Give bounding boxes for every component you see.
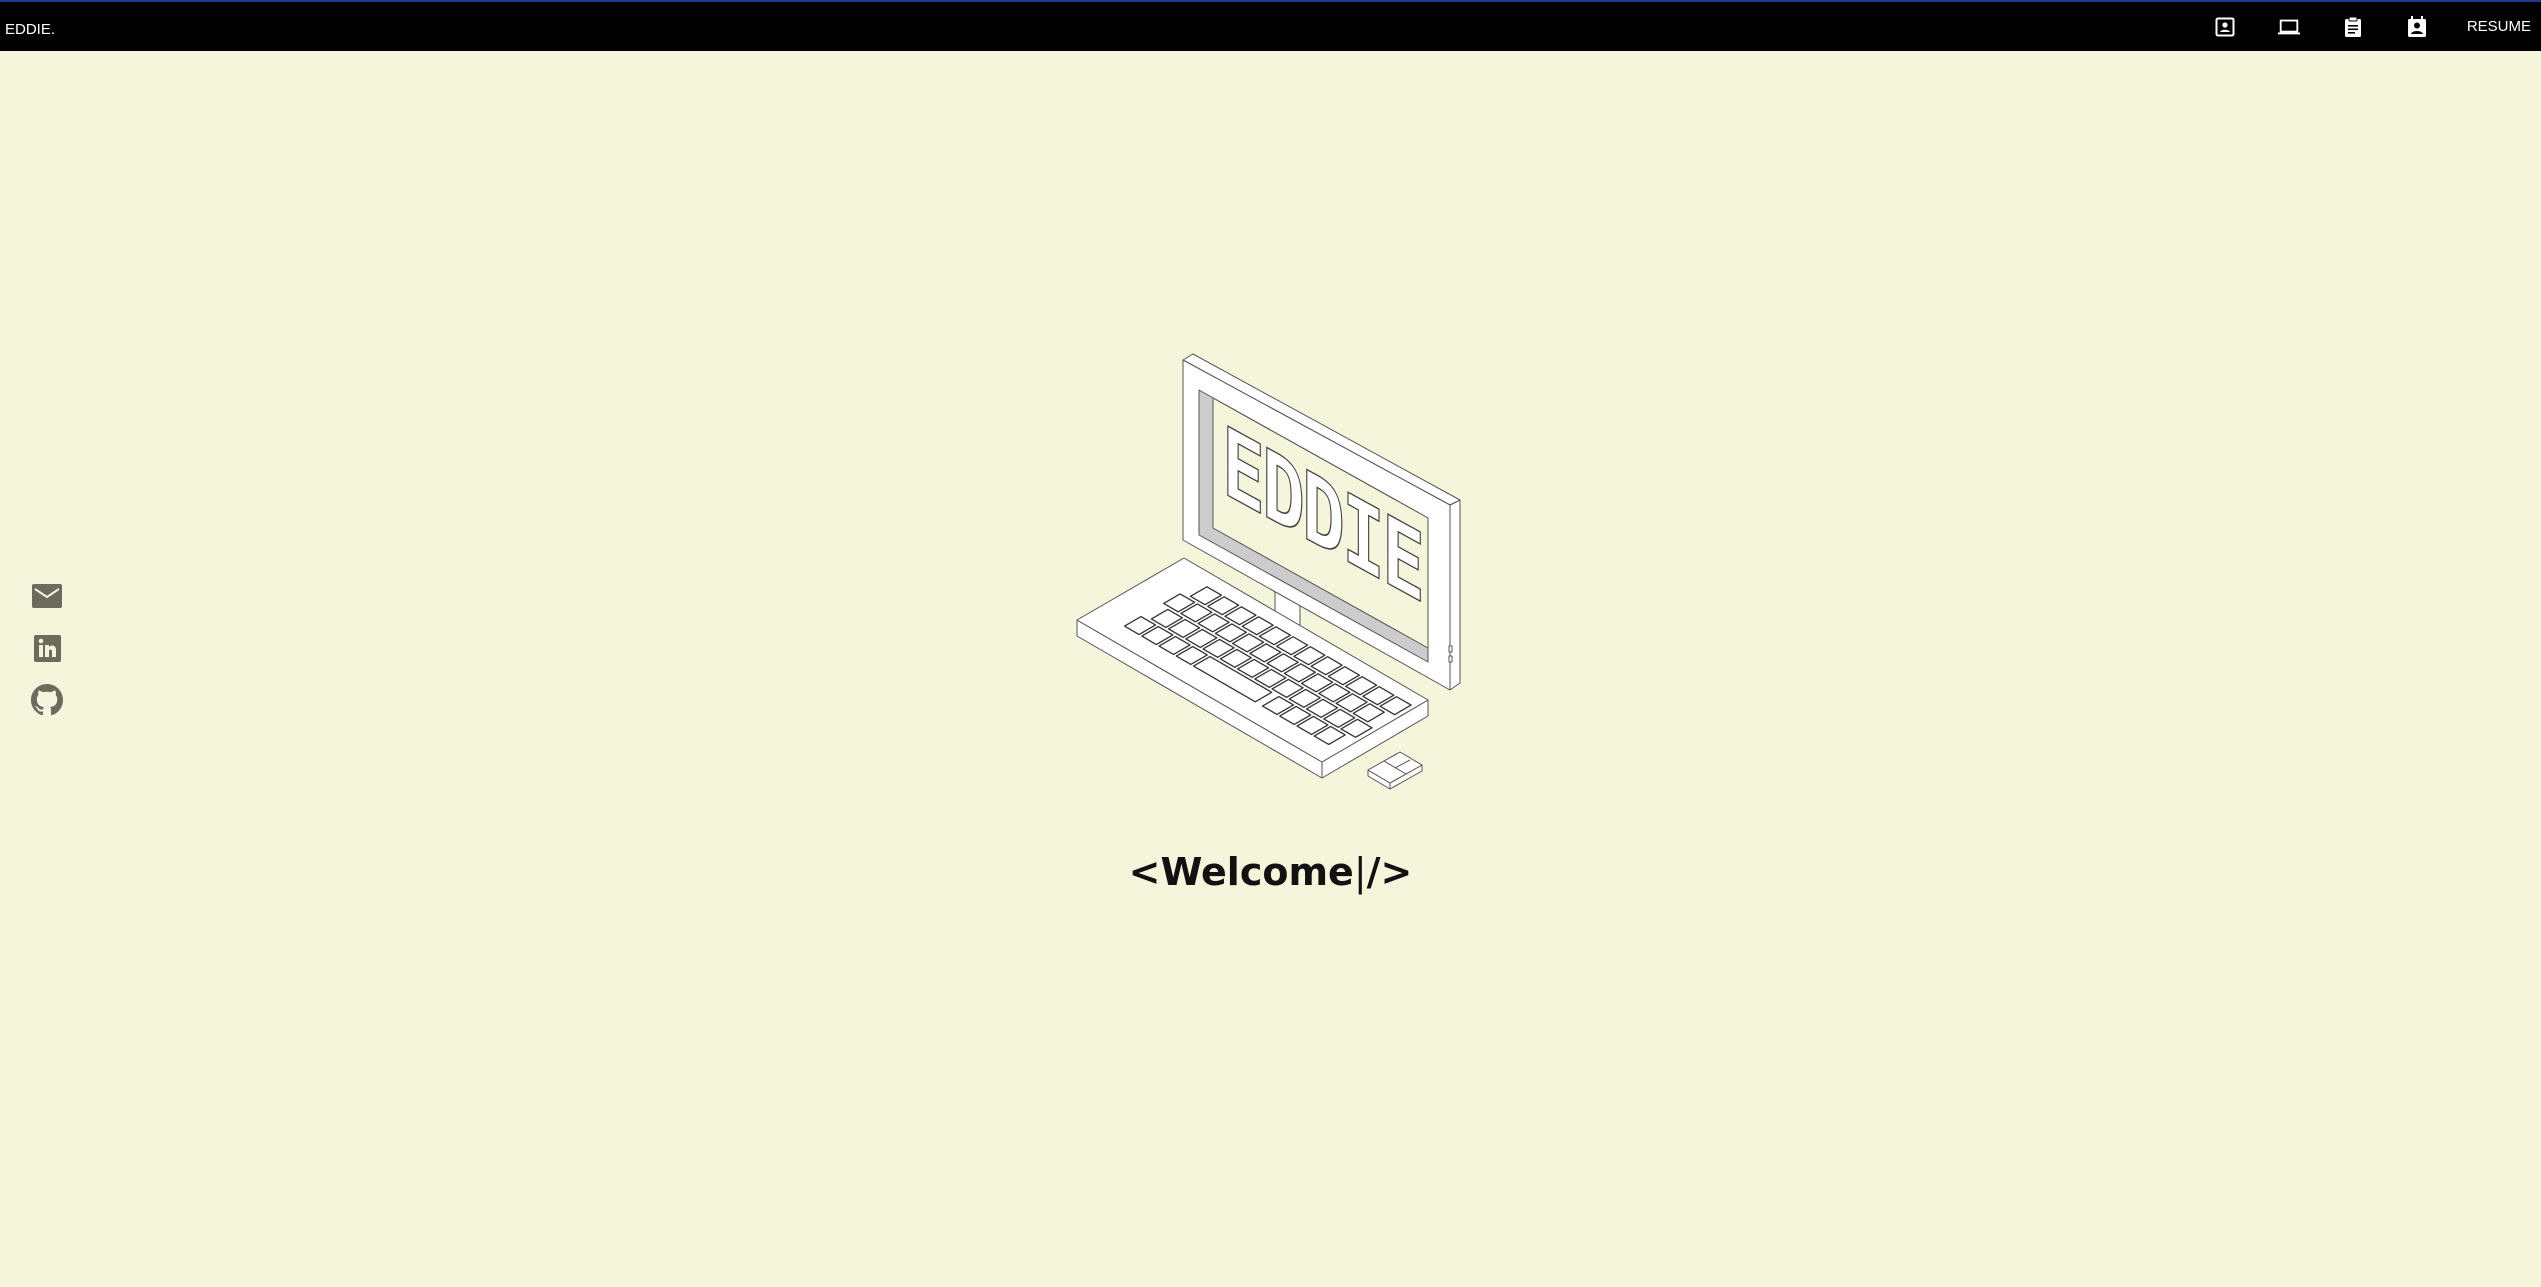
welcome-close: /> [1366,850,1413,894]
contact-icon[interactable] [2213,15,2237,39]
brand-link[interactable]: EDDIE. [5,21,55,38]
top-navbar: EDDIE. RESUME [0,0,2541,51]
github-link[interactable] [30,684,64,716]
welcome-text: <Welcome [1128,850,1354,894]
computer-illustration: EDDIE [1076,353,1461,790]
welcome-heading: <Welcome|/> [0,850,2541,894]
clipboard-icon[interactable] [2341,15,2365,39]
github-icon [31,684,63,716]
mail-icon [32,584,62,608]
nav-menu: RESUME [2213,2,2531,51]
badge-icon[interactable] [2405,15,2429,39]
linkedin-link[interactable] [30,632,64,664]
linkedin-icon [33,634,61,662]
laptop-icon[interactable] [2277,15,2301,39]
typing-cursor: | [1353,850,1367,894]
resume-link[interactable]: RESUME [2467,18,2531,35]
mail-link[interactable] [30,580,64,612]
social-links [30,580,64,716]
mouse [1367,751,1423,790]
